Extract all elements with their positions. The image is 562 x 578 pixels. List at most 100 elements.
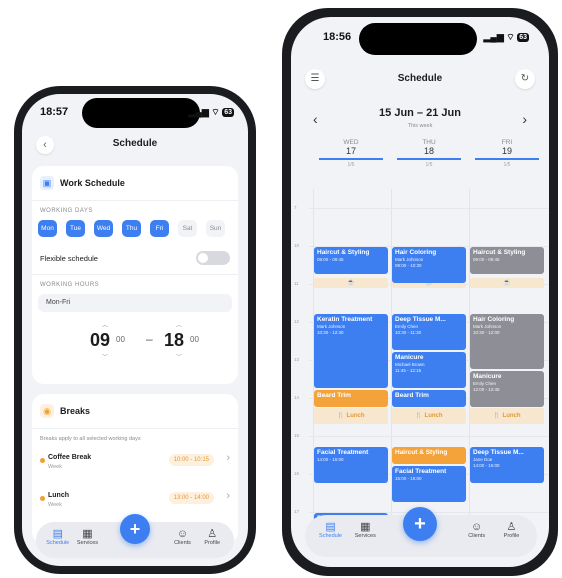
tab-label: Services	[354, 533, 376, 539]
appointment[interactable]: Haircut & Styling	[392, 446, 466, 464]
tab-label: Profile	[204, 540, 221, 546]
appointment[interactable]: Facial Treatment 15:00 - 16:00	[392, 465, 466, 502]
lunch-slot: 🍴 Lunch	[392, 407, 466, 424]
working-hours-label: WORKING HOURS	[40, 282, 100, 288]
clients-icon: ☺	[471, 521, 483, 533]
day-count: 1/5	[425, 162, 433, 168]
working-days-label: WORKING DAYS	[40, 208, 93, 214]
hour-label: 15	[294, 433, 300, 438]
add-button[interactable]: +	[120, 514, 150, 544]
tab-clients[interactable]: ☺ Clients	[167, 528, 199, 546]
appointment[interactable]: Facial Treatment 14:00 - 15:00	[314, 446, 388, 483]
end-hour-down-icon[interactable]: ﹀	[176, 352, 182, 361]
appointment[interactable]: Keratin Treatment Mark Johnson 10:30 - 12:…	[314, 313, 388, 388]
hour-label: 7	[294, 205, 297, 210]
start-minute[interactable]: 00	[116, 335, 125, 344]
calendar-icon: ▣	[40, 176, 54, 190]
day-chip-tue[interactable]: Tue	[66, 220, 85, 237]
tab-profile[interactable]: ♙ Profile	[495, 521, 527, 539]
tab-profile[interactable]: ♙ Profile	[196, 528, 228, 546]
appointment[interactable]: Haircut & Styling 09:00 - 09:45	[314, 247, 388, 274]
appointment-title: Deep Tissue M...	[395, 315, 446, 323]
services-icon: ▦	[82, 528, 93, 540]
day-chip-sun[interactable]: Sun	[206, 220, 225, 237]
start-hour[interactable]: 09	[90, 330, 110, 351]
hour-line	[309, 436, 549, 437]
break-sub: Week	[48, 464, 62, 470]
day-underline	[397, 158, 461, 160]
day-chip-mon[interactable]: Mon	[38, 220, 57, 237]
day-of-week: FRI	[501, 139, 513, 146]
tab-services[interactable]: ▦ Services	[71, 528, 103, 546]
battery-icon: 63	[517, 33, 529, 43]
appointment-title: Deep Tissue M...	[473, 448, 524, 456]
appointment[interactable]: Hair Coloring Mark Johnson 10:30 - 12:00	[470, 313, 544, 369]
day-chip-wed[interactable]: Wed	[94, 220, 113, 237]
toggle-knob	[198, 253, 208, 263]
day-number: 18	[423, 146, 434, 156]
tab-label: Clients	[174, 540, 191, 546]
appointment[interactable]: Deep Tissue M... Jane Doe 14:00 - 15:00	[470, 446, 544, 483]
breaks-title: Breaks	[60, 406, 91, 416]
appointment-title: Facial Treatment	[317, 448, 369, 456]
tab-schedule[interactable]: ▤ Schedule	[315, 521, 347, 539]
flexible-schedule-toggle[interactable]	[196, 251, 230, 265]
appointment-time: 10:30 - 12:00	[473, 329, 500, 335]
appointment-time: 12:00 - 12:45	[473, 386, 500, 392]
phone-work-schedule: 18:57 ▂▄▆ ⌔ 63 ‹ Schedule ▣ Work Schedul…	[14, 86, 256, 574]
start-hour-up-icon[interactable]: ︿	[102, 320, 108, 329]
appointment-time: 10:30 - 12:30	[317, 329, 344, 335]
break-name: Lunch	[48, 492, 69, 499]
appointment[interactable]: Beard Trim	[392, 389, 466, 407]
screen-work-schedule: 18:57 ▂▄▆ ⌔ 63 ‹ Schedule ▣ Work Schedul…	[22, 94, 248, 566]
tab-services[interactable]: ▦ Services	[349, 521, 381, 539]
appointment-title: Haircut & Styling	[473, 249, 526, 256]
appointment[interactable]: Manicure Emily Chen 12:00 - 12:45	[470, 370, 544, 407]
appointment-detail: 15:00 - 16:00	[395, 475, 422, 481]
hours-days-field[interactable]: Mon-Fri	[38, 294, 232, 312]
end-minute[interactable]: 00	[190, 335, 199, 344]
day-of-week: WED	[343, 139, 359, 146]
coffee-break-slot: ☕	[314, 278, 388, 289]
appointment[interactable]: Deep Tissue M... Emily Chen 10:30 - 11:30	[392, 313, 466, 350]
chevron-right-icon: ›	[226, 490, 230, 502]
tab-schedule[interactable]: ▤ Schedule	[42, 528, 74, 546]
start-hour-down-icon[interactable]: ﹀	[102, 352, 108, 361]
refresh-icon[interactable]: ↻	[515, 69, 535, 89]
end-hour[interactable]: 18	[164, 330, 184, 351]
hour-label: 16	[294, 471, 300, 476]
appointment[interactable]: Hair Coloring Mark Johnson 09:00 - 10:30	[392, 247, 466, 283]
break-row[interactable]: Coffee Break Week 10:00 - 10:15 ›	[40, 452, 230, 482]
appointment[interactable]: Beard Trim	[314, 389, 388, 407]
day-header-fri[interactable]: FRI 19 1/5	[469, 139, 545, 168]
divider	[32, 274, 238, 275]
hour-label: 11	[294, 281, 299, 286]
day-chip-thu[interactable]: Thu	[122, 220, 141, 237]
day-underline	[319, 158, 383, 160]
day-number: 17	[345, 146, 356, 156]
appointment-time: 11:45 - 12:15	[395, 367, 422, 373]
appointment[interactable]: Haircut & Styling 09:00 - 09:45	[470, 247, 544, 274]
battery-icon: 63	[222, 108, 234, 118]
tab-clients[interactable]: ☺ Clients	[461, 521, 493, 539]
day-header-thu[interactable]: THU 18 1/5	[391, 139, 467, 168]
hour-label: 12	[294, 319, 300, 324]
week-subtitle: This week	[407, 123, 433, 129]
divider	[32, 200, 238, 201]
appointment[interactable]: Manicure Michael Brown 11:45 - 12:15	[392, 351, 466, 388]
day-chip-sat[interactable]: Sat	[178, 220, 197, 237]
end-hour-up-icon[interactable]: ︿	[176, 320, 182, 329]
next-week-button[interactable]: ›	[522, 111, 527, 127]
working-days-row: Mon Tue Wed Thu Fri Sat Sun	[38, 220, 238, 237]
day-chip-fri[interactable]: Fri	[150, 220, 169, 237]
week-range: 15 Jun – 21 Jun	[379, 107, 461, 119]
appointment-detail: 14:00 - 15:00	[317, 456, 344, 462]
day-header-wed[interactable]: WED 17 1/5	[313, 139, 389, 168]
lunch-slot: 🍴 Lunch	[470, 407, 544, 424]
page-title: Schedule	[397, 73, 443, 84]
add-button[interactable]: +	[403, 507, 437, 541]
divider	[32, 428, 238, 429]
break-time: 10:00 - 10:15	[168, 454, 214, 466]
appointment-detail: 09:00 - 09:45	[317, 257, 344, 262]
clients-icon: ☺	[176, 528, 189, 540]
